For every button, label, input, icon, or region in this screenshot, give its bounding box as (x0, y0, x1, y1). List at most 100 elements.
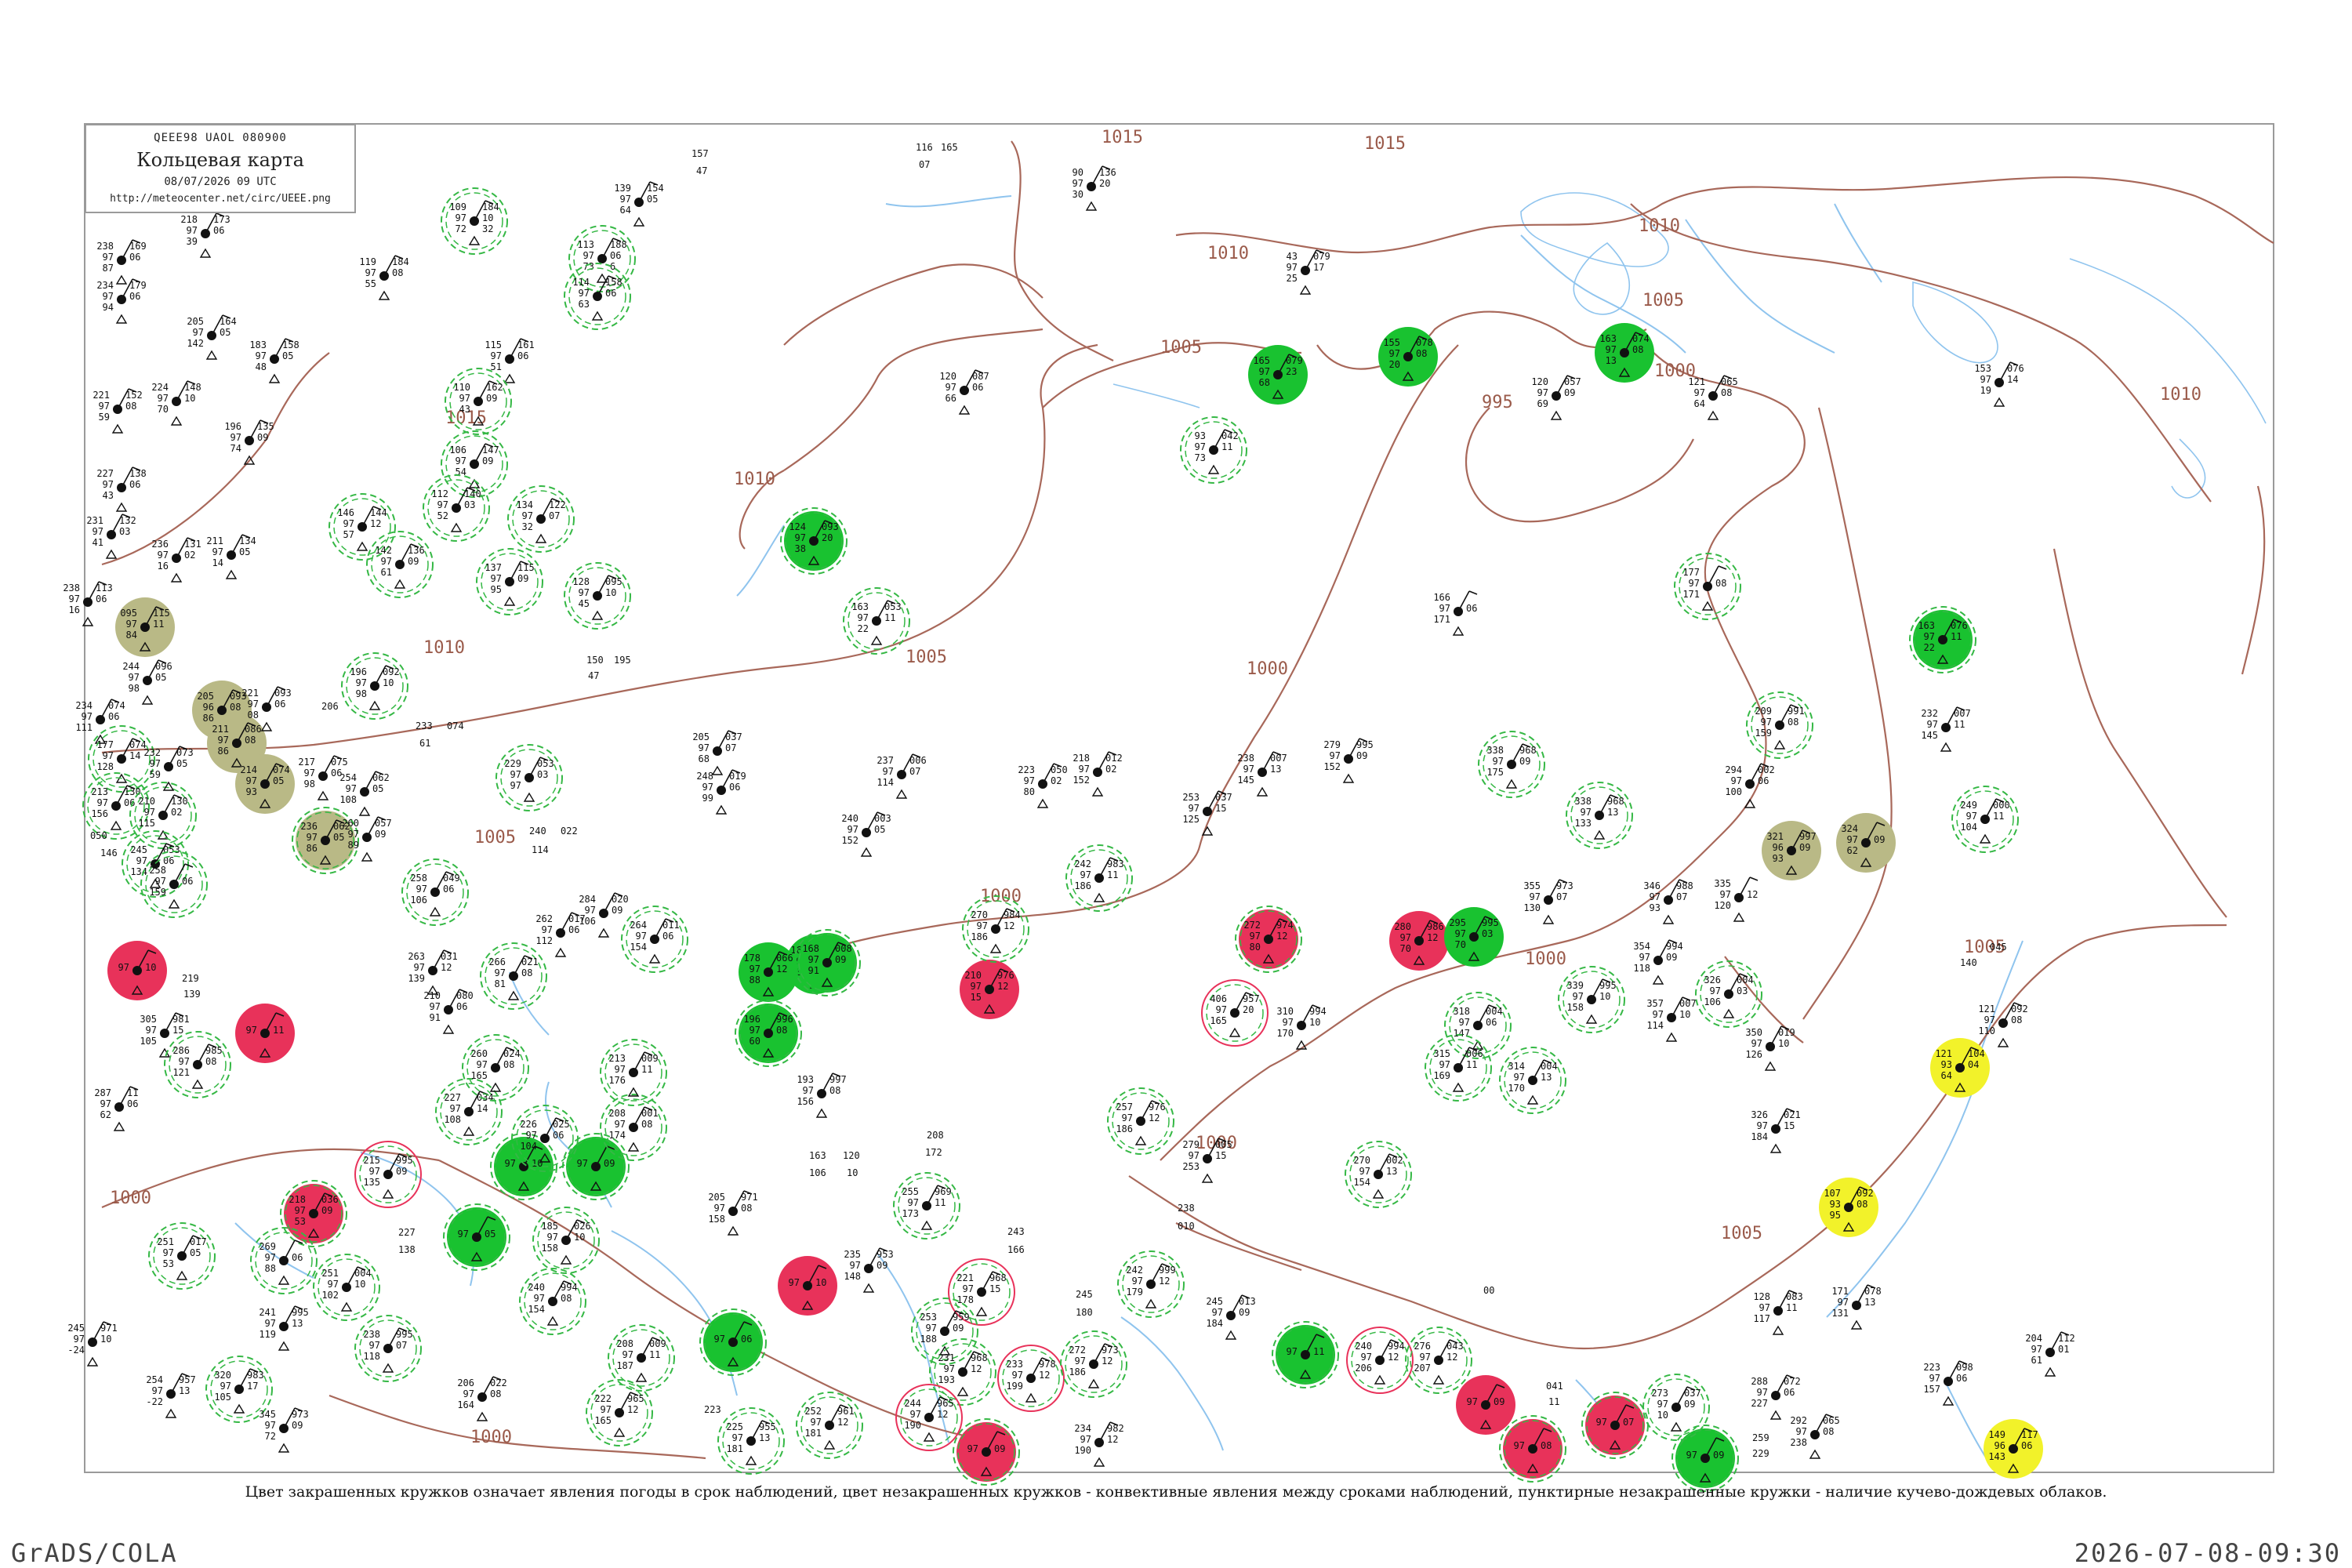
station[interactable]: 28697121 98508 (164, 1031, 231, 1098)
station[interactable]: 31597169 00611 (1425, 1034, 1492, 1102)
station[interactable]: 97 07 (1581, 1392, 1649, 1459)
station[interactable]: 2739710 03709 (1642, 1374, 1710, 1441)
station[interactable]: 33897175 96809 (1478, 731, 1545, 798)
station[interactable]: 24997104 00011 (1951, 786, 2019, 853)
station[interactable]: 2959770 99503 (1444, 907, 1504, 967)
station[interactable]: 19397156 99708 (797, 1073, 847, 1118)
station[interactable]: 2389787 16906 (96, 239, 147, 285)
station[interactable]: 2239780 05002 (1018, 763, 1068, 808)
station[interactable]: 2119714 13405 (206, 534, 256, 579)
station[interactable]: 97 11 (1272, 1321, 1339, 1388)
station[interactable]: 31497170 00413 (1499, 1047, 1566, 1114)
station[interactable]: 106975414709 (441, 430, 508, 498)
station[interactable]: 29297238 06508 (1790, 1414, 1840, 1459)
station[interactable]: 23297145 00711 (1921, 706, 1971, 752)
station[interactable]: 22297165 96512 (586, 1379, 653, 1446)
station[interactable]: 2189753 03609 (280, 1180, 347, 1247)
station[interactable]: 24097206 99412 (1346, 1327, 1414, 1394)
station[interactable]: 24497190 96512 (895, 1384, 963, 1451)
station[interactable]: 2319741 13203 (86, 514, 136, 559)
station[interactable]: 1099772 1841032 (441, 187, 508, 255)
station[interactable]: 24297179 99912 (1117, 1250, 1185, 1318)
station[interactable]: 35497118 99409 (1633, 939, 1683, 985)
station[interactable]: 1349732 12207 (507, 485, 575, 553)
station[interactable]: 33997158 99510 (1558, 966, 1625, 1033)
station[interactable]: 1639722 05311 (843, 587, 910, 655)
station[interactable]: 27297186 97312 (1060, 1330, 1127, 1398)
station[interactable]: 26297112 01706 (535, 912, 586, 957)
station[interactable]: 20597142 16405 (187, 314, 237, 360)
station[interactable]: 97 10 (107, 941, 167, 1000)
station[interactable]: 25497108 06205 (339, 771, 390, 816)
station[interactable]: 1209766 08706 (939, 369, 989, 415)
station[interactable]: 2489799 01906 (696, 769, 746, 815)
station[interactable]: 2149793 07405 (235, 754, 295, 814)
station[interactable]: 27997152 99509 (1323, 738, 1374, 783)
station[interactable]: 2369716 13102 (151, 537, 201, 583)
station[interactable]: 33897133 96813 (1566, 782, 1633, 849)
station[interactable]: 2249770 14810 (151, 380, 201, 426)
station[interactable]: 24297186 98311 (1065, 844, 1133, 912)
station[interactable]: 97 11 (235, 1004, 295, 1063)
station[interactable]: 2389716 11306 (63, 581, 113, 626)
station[interactable]: 25897106 04906 (401, 858, 469, 926)
station[interactable]: 3249762 09 (1836, 813, 1896, 873)
station[interactable]: 2189739 17306 (180, 212, 230, 258)
station[interactable]: 1969774 13509 (224, 419, 274, 465)
station[interactable]: 20697164 02208 (457, 1376, 507, 1421)
station[interactable]: 439725 07917 (1287, 249, 1330, 295)
station[interactable]: 12197110 09208 (1978, 1002, 2028, 1047)
station[interactable]: 31097170 99410 (1276, 1004, 1327, 1050)
station[interactable]: 23897118 99507 (354, 1315, 422, 1382)
station[interactable]: 115975116106 (485, 338, 535, 383)
station[interactable]: 939773 04211 (1180, 416, 1247, 484)
station[interactable]: 2109715 97612 (960, 960, 1019, 1019)
station[interactable]: 18597158 02610 (532, 1207, 600, 1274)
station[interactable]: 26397139 03112 (408, 949, 458, 995)
station[interactable]: 97 09 (1671, 1425, 1739, 1492)
station[interactable]: 1789788 06612 (739, 942, 798, 1002)
station[interactable]: 229979705303 (495, 744, 563, 811)
station[interactable]: 23497190 98212 (1074, 1421, 1124, 1467)
station[interactable]: 23797114 00607 (877, 753, 927, 799)
station[interactable]: 26097165 02408 (462, 1034, 529, 1102)
station[interactable]: 2729780 97412 (1235, 906, 1302, 973)
map-url[interactable]: http://meteocenter.net/circ/UEEE.png (86, 193, 354, 205)
station[interactable]: 1149763 15806 (564, 263, 631, 330)
station[interactable]: 32697184 02115 (1751, 1108, 1801, 1153)
station[interactable]: 1639713 07408 (1595, 323, 1654, 383)
station[interactable]: 26497154 01106 (621, 906, 688, 973)
station[interactable]: 909730 13620 (1073, 165, 1116, 211)
station[interactable]: 22397157 09806 (1923, 1360, 1973, 1406)
station[interactable]: 24097154 99408 (519, 1268, 586, 1335)
station[interactable]: 1839748 15805 (249, 338, 299, 383)
station[interactable]: 21397176 00911 (600, 1039, 667, 1106)
station[interactable]: 1969760 99608 (735, 1000, 802, 1067)
station[interactable]: 97 10 (778, 1256, 837, 1316)
station[interactable]: 25497-22 95713 (146, 1373, 196, 1418)
station[interactable]: 20597158 97108 (708, 1190, 758, 1236)
station[interactable]: 27097154 00213 (1345, 1141, 1412, 1208)
station[interactable]: 24197119 99513 (259, 1305, 309, 1351)
station[interactable]: 2349794 17906 (96, 278, 147, 324)
station[interactable]: 23897145 00713 (1237, 751, 1287, 797)
station[interactable]: 1129752 14003 (423, 474, 490, 542)
station[interactable]: 0959784 11511 (115, 597, 175, 657)
station[interactable]: 25797186 97612 (1107, 1087, 1174, 1155)
station[interactable]: 33597120 12 (1714, 877, 1758, 922)
station[interactable]: 23397199 97812 (997, 1345, 1065, 1412)
station[interactable]: 1539719 07614 (1974, 361, 2024, 407)
station[interactable]: 2109791 08006 (423, 989, 474, 1034)
station[interactable]: 2449798 09605 (122, 659, 172, 705)
station[interactable]: 2519753 01705 (148, 1222, 216, 1290)
station[interactable]: 32697106 00403 (1695, 960, 1762, 1028)
station[interactable]: 2849710602009 (579, 892, 629, 938)
station[interactable]: 21897152 01202 (1073, 751, 1123, 797)
station[interactable]: 20897174 00108 (600, 1094, 667, 1161)
station[interactable]: 1219364 10404 (1930, 1038, 1990, 1098)
station[interactable]: 1079395 09208 (1819, 1178, 1878, 1237)
station[interactable]: 12897117 08311 (1753, 1290, 1803, 1335)
station[interactable]: 1659768 07923 (1248, 345, 1308, 405)
station[interactable]: 3469793 98807 (1643, 879, 1693, 924)
station[interactable]: 35597130 97307 (1523, 879, 1573, 924)
